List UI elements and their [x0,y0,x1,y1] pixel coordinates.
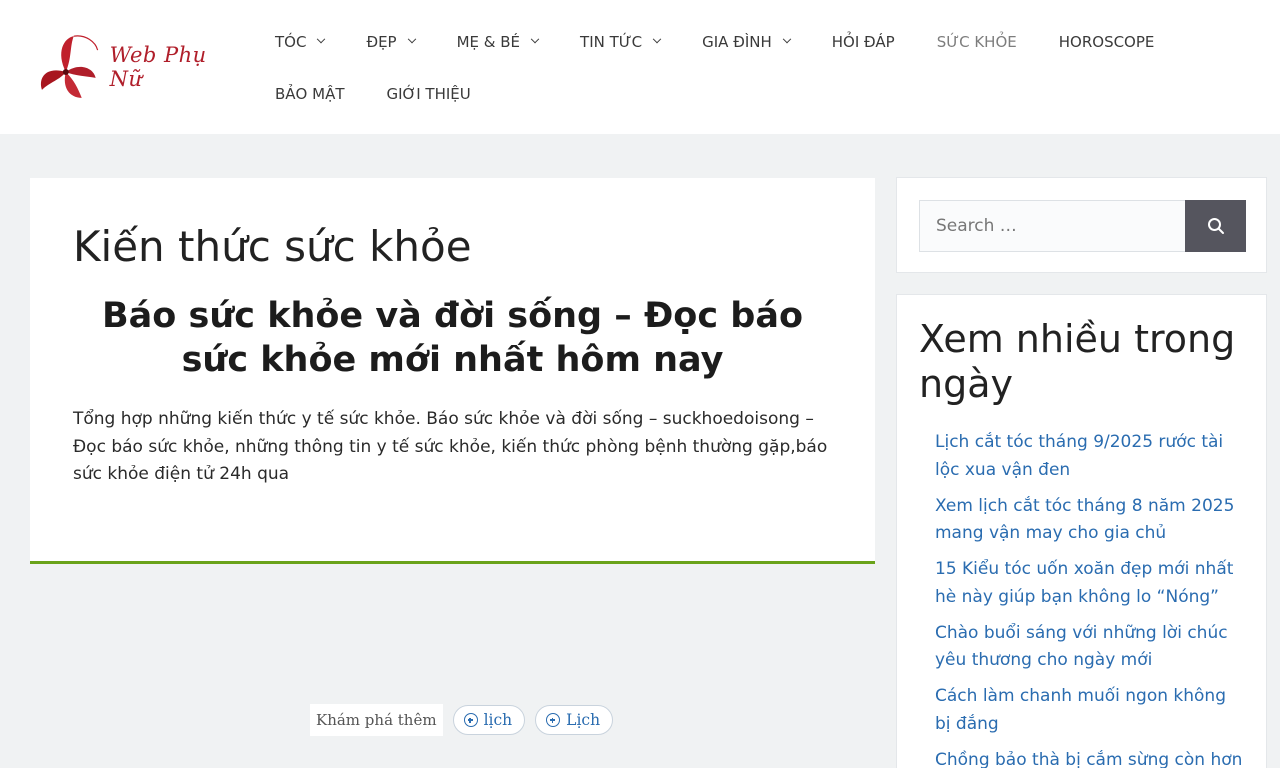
plus-circle-icon [463,713,478,727]
popular-post-link[interactable]: Chào buổi sáng với những lời chúc yêu th… [935,620,1245,675]
nav-label: TIN TỨC [580,33,643,51]
list-item: Chồng bảo thà bị cắm sừng còn hơn [935,747,1245,768]
flower-logo-icon [40,35,99,98]
nav-label: SỨC KHỎE [936,33,1017,51]
chevron-down-icon [652,34,662,44]
category-description: Tổng hợp những kiến thức y tế sức khỏe. … [73,409,828,484]
nav-item-hoi-dap[interactable]: HỎI ĐÁP [811,16,916,68]
explore-chip-lich[interactable]: lịch [452,705,526,735]
nav-item-horoscope[interactable]: HOROSCOPE [1038,16,1176,68]
nav-item-suc-khoe[interactable]: SỨC KHỎE [916,16,1038,68]
nav-label: GIỚI THIỆU [386,85,471,103]
list-item: 15 Kiểu tóc uốn xoăn đẹp mới nhất hè này… [935,556,1245,611]
explore-label: Khám phá thêm [310,704,443,736]
chip-label: lịch [483,711,513,729]
plus-circle-icon [546,713,561,727]
search-icon [1207,218,1224,234]
nav-item-dep[interactable]: ĐẸP [345,16,435,68]
main-content: Kiến thức sức khỏe Báo sức khỏe và đời s… [30,178,875,564]
explore-chip-lich-capital[interactable]: Lịch [535,705,614,735]
nav-row-2: BẢO MẬT GIỚI THIỆU [254,68,1264,120]
search-input[interactable] [919,200,1185,252]
nav-item-toc[interactable]: TÓC [254,16,345,68]
list-item: Chào buổi sáng với những lời chúc yêu th… [935,620,1245,675]
popular-post-link[interactable]: 15 Kiểu tóc uốn xoăn đẹp mới nhất hè này… [935,556,1245,611]
nav-label: HOROSCOPE [1058,33,1155,51]
chevron-down-icon [782,34,791,44]
nav-row-1: TÓC ĐẸP MẸ & BÉ TIN TỨC GIA ĐÌNH HỎI ĐÁP… [254,16,1264,68]
nav-item-bao-mat[interactable]: BẢO MẬT [254,68,366,120]
chip-label: Lịch [566,711,601,729]
nav-label: MẸ & BÉ [456,33,521,51]
popular-posts-list: Lịch cắt tóc tháng 9/2025 rước tài lộc x… [935,429,1245,768]
chevron-down-icon [317,34,326,44]
chevron-down-icon [530,34,540,44]
nav-label: BẢO MẬT [275,85,345,103]
chevron-down-icon [407,34,416,44]
popular-post-link[interactable]: Cách làm chanh muối ngon không bị đắng [935,683,1245,738]
list-item: Xem lịch cắt tóc tháng 8 năm 2025 mang v… [935,493,1245,548]
main-navigation: TÓC ĐẸP MẸ & BÉ TIN TỨC GIA ĐÌNH HỎI ĐÁP… [254,16,1264,120]
popular-post-link[interactable]: Chồng bảo thà bị cắm sừng còn hơn [935,747,1245,768]
explore-bar: Khám phá thêm lịch Lịch [310,704,623,736]
site-header: Web Phụ Nữ TÓC ĐẸP MẸ & BÉ TIN TỨC GIA Đ… [0,0,1280,134]
nav-label: ĐẸP [366,33,397,51]
list-item: Cách làm chanh muối ngon không bị đắng [935,683,1245,738]
nav-item-gia-dinh[interactable]: GIA ĐÌNH [681,16,811,68]
page-title: Kiến thức sức khỏe [73,222,472,271]
nav-item-tin-tuc[interactable]: TIN TỨC [559,16,681,68]
search-button[interactable] [1185,200,1246,252]
nav-label: GIA ĐÌNH [702,33,772,51]
popular-post-link[interactable]: Xem lịch cắt tóc tháng 8 năm 2025 mang v… [935,493,1245,548]
nav-item-me-be[interactable]: MẸ & BÉ [436,16,559,68]
widget-title: Xem nhiều trong ngày [919,317,1236,406]
list-item: Lịch cắt tóc tháng 9/2025 rước tài lộc x… [935,429,1245,484]
nav-label: HỎI ĐÁP [831,33,895,51]
nav-label: TÓC [275,33,307,51]
logo-text: Web Phụ Nữ [109,43,207,91]
site-logo[interactable]: Web Phụ Nữ [36,30,246,104]
section-heading: Báo sức khỏe và đời sống – Đọc báo sức k… [101,296,803,380]
search-widget [896,177,1267,273]
nav-item-gioi-thieu[interactable]: GIỚI THIỆU [366,68,492,120]
popular-post-link[interactable]: Lịch cắt tóc tháng 9/2025 rước tài lộc x… [935,429,1245,484]
popular-posts-widget: Xem nhiều trong ngày Lịch cắt tóc tháng … [896,294,1267,768]
